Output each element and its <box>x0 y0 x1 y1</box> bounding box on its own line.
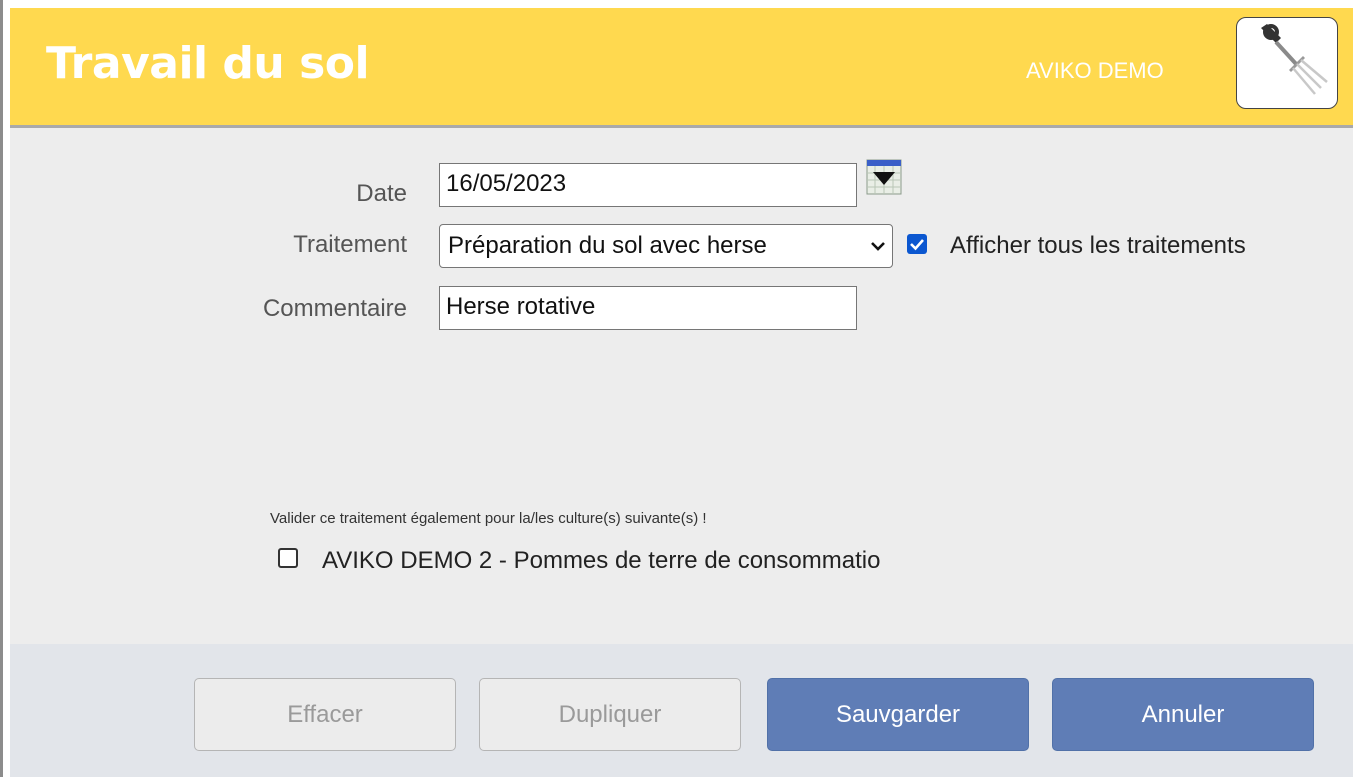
crop-checkbox[interactable] <box>278 548 298 568</box>
chevron-down-icon <box>871 242 885 251</box>
dialog-header: Travail du sol AVIKO DEMO <box>10 8 1353 128</box>
clear-button[interactable]: Effacer <box>194 678 456 751</box>
left-border <box>0 0 3 777</box>
treatment-selected-value: Préparation du sol avec herse <box>448 232 767 259</box>
soil-work-dialog: Travail du sol AVIKO DEMO Date 16/05/202… <box>10 8 1353 777</box>
crop-label: AVIKO DEMO 2 - Pommes de terre de consom… <box>322 547 881 574</box>
calendar-dropdown-icon[interactable] <box>866 159 902 195</box>
checkmark-icon <box>910 239 924 251</box>
treatment-label: Traitement <box>293 231 407 258</box>
comment-label: Commentaire <box>262 295 407 322</box>
page-title: Travail du sol <box>46 38 370 89</box>
duplicate-button[interactable]: Dupliquer <box>479 678 741 751</box>
dialog-footer: Effacer Dupliquer Sauvgarder Annuler <box>10 644 1353 777</box>
save-button[interactable]: Sauvgarder <box>767 678 1029 751</box>
comment-field[interactable]: Herse rotative <box>439 286 857 330</box>
date-field[interactable]: 16/05/2023 <box>439 163 857 207</box>
show-all-treatments-label: Afficher tous les traitements <box>950 232 1246 259</box>
date-label: Date <box>356 180 407 207</box>
pitchfork-icon <box>1236 17 1338 109</box>
cancel-button[interactable]: Annuler <box>1052 678 1314 751</box>
treatment-select[interactable]: Préparation du sol avec herse <box>439 224 893 268</box>
apply-note: Valider ce traitement également pour la/… <box>270 510 707 527</box>
farm-name: AVIKO DEMO <box>1026 58 1164 83</box>
show-all-treatments-checkbox[interactable] <box>907 234 927 254</box>
